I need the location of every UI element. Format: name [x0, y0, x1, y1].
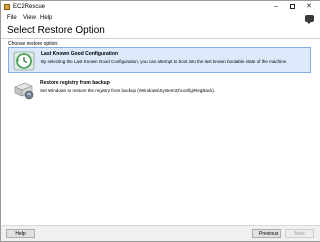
previous-button[interactable]: Previous	[252, 229, 281, 238]
menu-bar: File View Help	[1, 13, 320, 24]
menu-view[interactable]: View	[23, 13, 36, 24]
minimize-button[interactable]: –	[269, 1, 283, 13]
window-title: EC2Rescue	[13, 4, 46, 10]
maximize-icon	[289, 4, 295, 9]
page-header: Select Restore Option	[1, 24, 320, 39]
restore-clock-icon	[12, 49, 36, 73]
app-icon	[4, 4, 10, 10]
main-content: Choose restore option: Last Known Good C…	[1, 39, 320, 225]
option-description: By selecting the Last Known Good Configu…	[41, 59, 288, 64]
maximize-button[interactable]	[285, 1, 299, 13]
menu-help[interactable]: Help	[40, 13, 52, 24]
app-window: EC2Rescue – ✕ File View Help Select Rest…	[0, 0, 320, 242]
help-button[interactable]: Help	[6, 229, 35, 238]
option-last-known-good[interactable]: Last Known Good Configuration By selecti…	[8, 47, 311, 73]
option-title: Restore registry from backup	[40, 80, 110, 86]
close-button[interactable]: ✕	[302, 1, 316, 13]
feedback-chat-icon[interactable]	[305, 15, 314, 24]
drive-backup-icon	[11, 78, 35, 102]
title-bar: EC2Rescue – ✕	[1, 1, 320, 13]
option-description: Set Windows to restore the registry from…	[40, 88, 216, 93]
option-restore-registry[interactable]: Restore registry from backup Set Windows…	[8, 77, 311, 103]
next-button[interactable]: Next	[285, 229, 314, 238]
menu-file[interactable]: File	[7, 13, 17, 24]
option-title: Last Known Good Configuration	[41, 51, 118, 57]
page-title: Select Restore Option	[7, 25, 105, 36]
footer-bar: Help Previous Next	[1, 225, 320, 241]
